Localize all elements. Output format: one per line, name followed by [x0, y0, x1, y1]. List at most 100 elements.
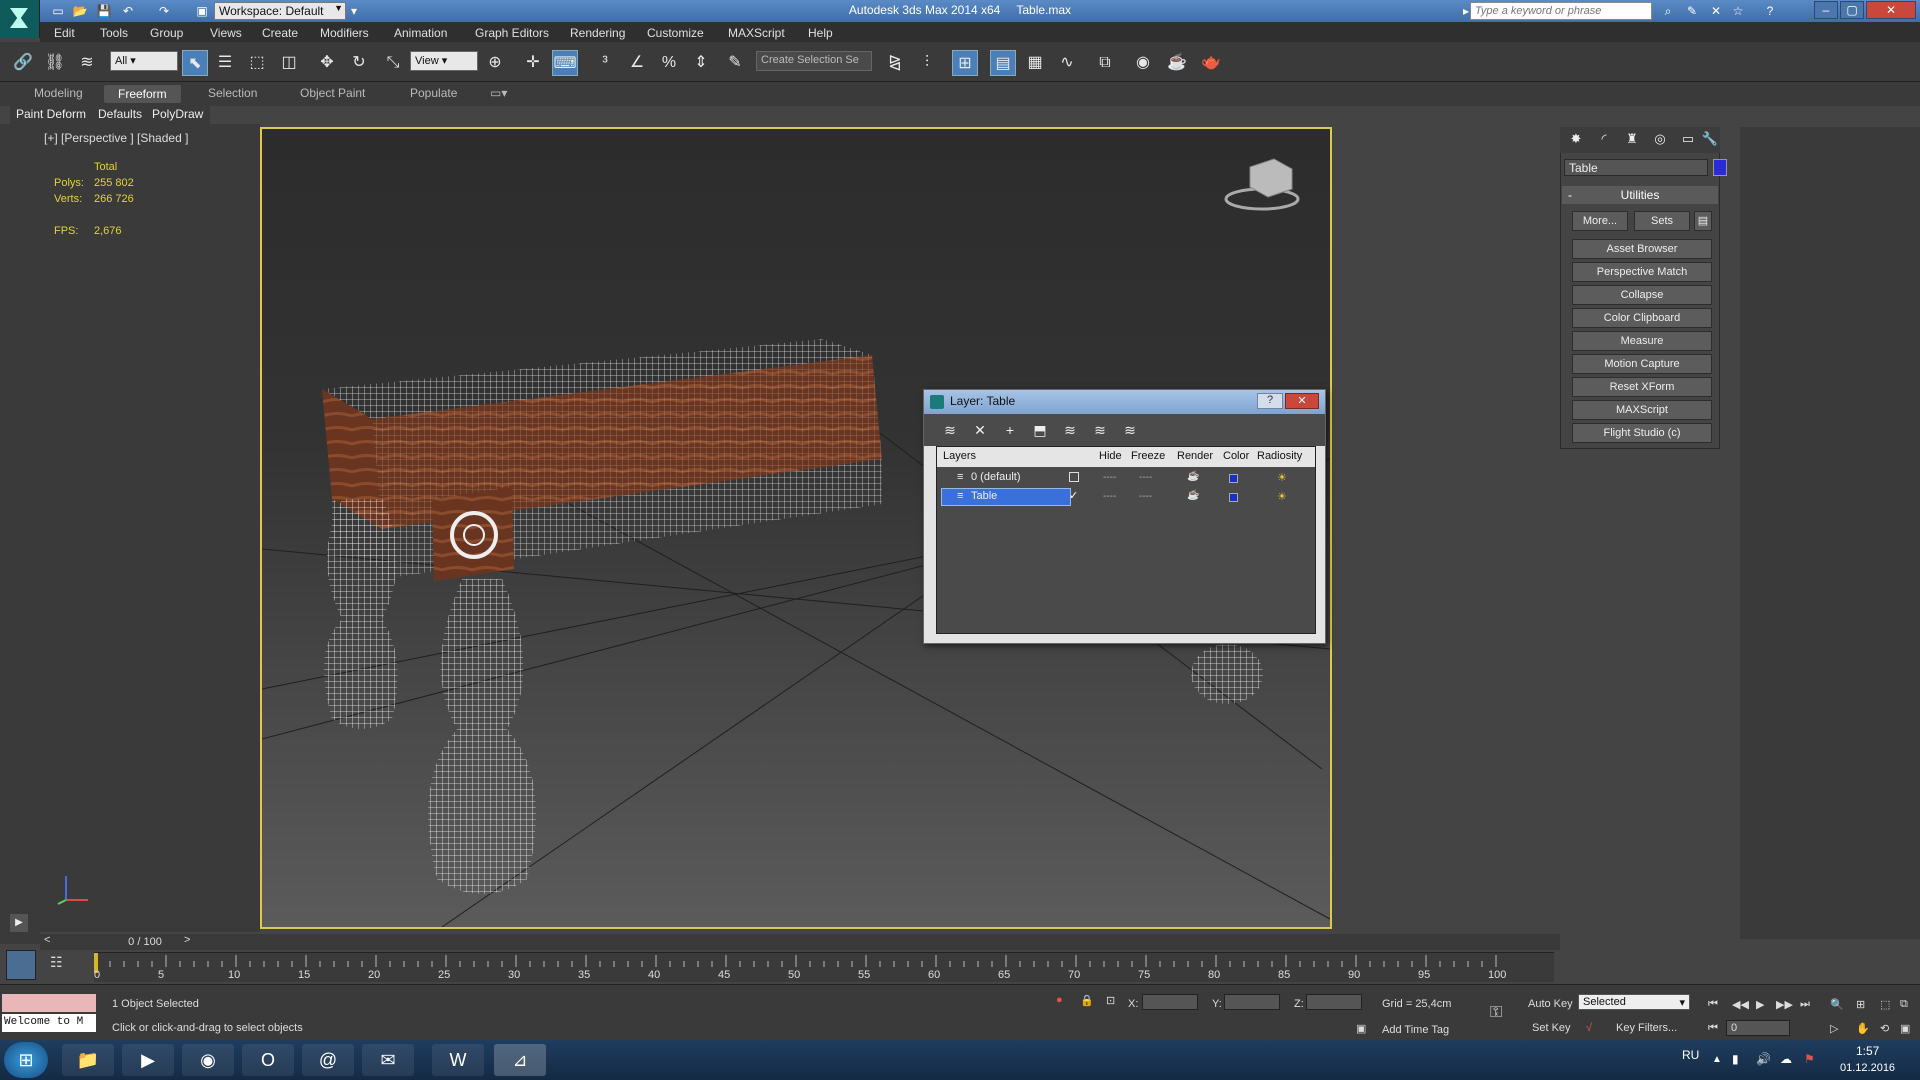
zoom-all-icon[interactable]: ⊞ — [1856, 998, 1865, 1011]
selection-filter-dropdown[interactable]: All ▾ — [110, 51, 178, 71]
material-editor-icon[interactable]: ◉ — [1130, 50, 1156, 76]
object-name-field[interactable]: Table — [1564, 159, 1708, 176]
rotate-icon[interactable]: ↻ — [346, 50, 372, 76]
search-input[interactable]: Type a keyword or phrase — [1470, 2, 1652, 20]
select-in-layer-icon[interactable]: ⬒ — [1032, 422, 1048, 438]
col-freeze[interactable]: Freeze — [1131, 450, 1165, 462]
menu-rendering[interactable]: Rendering — [570, 26, 625, 40]
menu-create[interactable]: Create — [262, 26, 298, 40]
open-file-icon[interactable]: 📂 — [72, 3, 88, 19]
tab-freeform[interactable]: Freeform — [104, 85, 181, 103]
volume-icon[interactable]: 🔊 — [1756, 1052, 1771, 1066]
menu-tools[interactable]: Tools — [100, 26, 128, 40]
time-slider-frame[interactable]: 0 / 100 — [100, 936, 190, 950]
current-frame-field[interactable]: 0 — [1726, 1020, 1790, 1036]
start-button-icon[interactable]: ⊞ — [4, 1042, 48, 1078]
go-to-end-icon[interactable]: ⏭ — [1800, 998, 1810, 1011]
tab-selection[interactable]: Selection — [208, 86, 257, 100]
track-view-icon[interactable]: ☷ — [50, 954, 70, 974]
tab-object-paint[interactable]: Object Paint — [300, 86, 365, 100]
move-icon[interactable]: ✥ — [314, 50, 340, 76]
pivot-center-icon[interactable]: ⊕ — [482, 50, 508, 76]
layer-row-default[interactable]: ≡ 0 (default) ---- ---- ☕ ☀ — [937, 469, 1315, 487]
3dsmax-taskbar-icon[interactable]: ⊿ — [494, 1044, 546, 1076]
render-setup-icon[interactable]: ☕ — [1164, 50, 1190, 76]
region-select-icon[interactable]: ⬚ — [244, 50, 270, 76]
orbit-icon[interactable]: ⟲ — [1880, 1022, 1889, 1035]
ribbon-options-icon[interactable]: ▭▾ — [490, 86, 507, 100]
menu-maxscript[interactable]: MAXScript — [728, 26, 785, 40]
perspective-match-button[interactable]: Perspective Match — [1572, 262, 1712, 282]
align-icon[interactable]: ⫶ — [914, 50, 940, 76]
zoom-extents-icon[interactable]: ⬚ — [1880, 998, 1890, 1011]
z-coordinate-field[interactable] — [1306, 994, 1362, 1010]
modify-tab-icon[interactable]: ◜ — [1594, 131, 1614, 149]
more-button[interactable]: More... — [1572, 211, 1628, 231]
selection-lock-icon[interactable]: 🔒 — [1080, 994, 1094, 1007]
explorer-taskbar-icon[interactable]: 📁 — [62, 1044, 114, 1076]
flight-studio-button[interactable]: Flight Studio (c) — [1572, 423, 1712, 443]
hide-all-layers-icon[interactable]: ≋ — [1092, 422, 1108, 438]
col-layers[interactable]: Layers — [943, 450, 976, 462]
col-color[interactable]: Color — [1223, 450, 1249, 462]
favorites-star-icon[interactable]: ☆ — [1730, 3, 1746, 19]
object-color-swatch[interactable] — [1713, 159, 1727, 176]
action-center-icon[interactable]: ⚑ — [1804, 1052, 1815, 1066]
minimize-button[interactable]: – — [1814, 1, 1838, 19]
layer-color-swatch[interactable] — [1229, 493, 1238, 502]
y-coordinate-field[interactable] — [1224, 994, 1280, 1010]
highlight-layer-icon[interactable]: ≋ — [1062, 422, 1078, 438]
prev-frame-icon[interactable]: < — [44, 934, 50, 946]
menu-group[interactable]: Group — [150, 26, 183, 40]
key-mode-dropdown[interactable]: Selected ▾ — [1578, 994, 1690, 1010]
current-layer-checkbox[interactable] — [1069, 472, 1079, 482]
tab-populate[interactable]: Populate — [410, 86, 457, 100]
key-filter-curve-icon[interactable]: √ — [1586, 1022, 1592, 1034]
create-layer-icon[interactable]: ≋ — [942, 422, 958, 438]
previous-frame-icon[interactable]: ◀◀ — [1732, 998, 1749, 1011]
motion-tab-icon[interactable]: ◎ — [1650, 131, 1670, 149]
color-clipboard-button[interactable]: Color Clipboard — [1572, 308, 1712, 328]
show-hidden-icons-icon[interactable]: ▲ — [1712, 1054, 1722, 1065]
menu-customize[interactable]: Customize — [647, 26, 704, 40]
help-icon[interactable]: ? — [1762, 3, 1778, 19]
menu-animation[interactable]: Animation — [394, 26, 447, 40]
panel-polydraw[interactable]: PolyDraw — [152, 107, 203, 121]
tools-icon[interactable]: ✕ — [1708, 3, 1724, 19]
mirror-icon[interactable]: ⧎ — [882, 50, 908, 76]
schematic-view-icon[interactable]: ⧉ — [1092, 50, 1118, 76]
project-folder-icon[interactable]: ▣ — [194, 3, 210, 19]
chrome-taskbar-icon[interactable]: ◉ — [182, 1044, 234, 1076]
thunderbird-taskbar-icon[interactable]: ✉ — [362, 1044, 414, 1076]
communication-center-icon[interactable]: ✎ — [1684, 3, 1700, 19]
select-object-icon[interactable]: ⬉ — [182, 50, 208, 76]
zoom-extents-all-icon[interactable]: ⧉ — [1900, 998, 1908, 1011]
maxscript-listener-mini[interactable] — [2, 994, 96, 1012]
undo-icon[interactable]: ↶ — [120, 3, 136, 19]
layer-dialog-close-button[interactable]: ✕ — [1285, 393, 1319, 409]
select-manipulate-icon[interactable]: ✛ — [520, 50, 546, 76]
go-to-start-icon[interactable]: ⏮ — [1708, 998, 1718, 1011]
menu-modifiers[interactable]: Modifiers — [320, 26, 369, 40]
hierarchy-tab-icon[interactable]: ♜ — [1622, 131, 1642, 149]
network-icon[interactable]: ▮ — [1732, 1052, 1739, 1066]
graphite-tools-icon[interactable]: ▦ — [1022, 50, 1048, 76]
named-selection-dropdown[interactable]: Create Selection Se — [756, 51, 872, 71]
maximize-button[interactable]: ▢ — [1840, 1, 1864, 19]
bind-spacewarp-icon[interactable]: ≋ — [74, 50, 100, 76]
scene-explorer-icon[interactable]: ⊞ — [952, 50, 978, 76]
add-to-layer-icon[interactable]: + — [1002, 422, 1018, 438]
key-filters-button[interactable]: Key Filters... — [1616, 1022, 1677, 1034]
hide-toggle[interactable]: ---- — [1103, 472, 1117, 483]
timeline-ruler[interactable]: 0 5 10 15 20 25 30 35 40 45 50 55 60 65 70 75 80 85 90 95 10… — [94, 952, 1554, 982]
layer-manager-icon[interactable]: ▤ — [990, 50, 1016, 76]
binoculars-icon[interactable]: ⌕ — [1660, 3, 1676, 19]
menu-views[interactable]: Views — [210, 26, 242, 40]
close-button[interactable]: ✕ — [1866, 1, 1916, 19]
create-tab-icon[interactable]: ✸ — [1566, 131, 1586, 149]
snaps-toggle-icon[interactable]: ³ — [592, 50, 618, 76]
delete-layer-icon[interactable]: ✕ — [972, 422, 988, 438]
utilities-tab-icon[interactable]: 🔧 — [1700, 131, 1720, 149]
link-icon[interactable]: 🔗 — [10, 50, 36, 76]
select-by-name-icon[interactable]: ☰ — [212, 50, 238, 76]
